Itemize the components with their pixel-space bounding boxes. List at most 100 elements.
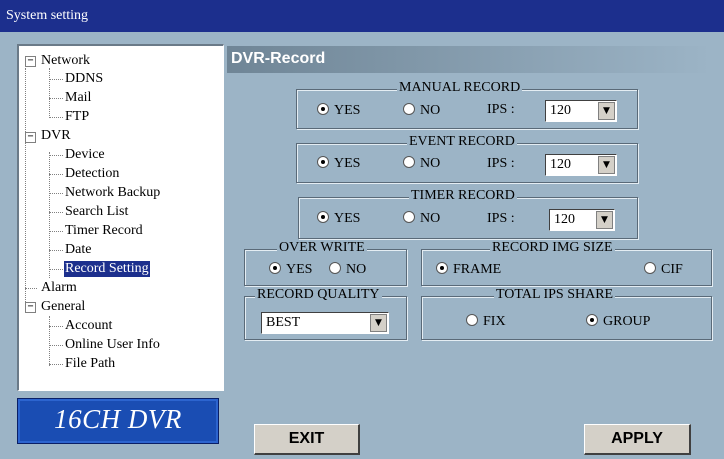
exit-button[interactable]: EXIT [254,424,360,455]
manual-record-ips-select[interactable]: 120 ▼ [545,100,617,122]
tree-item-ddns[interactable]: DDNS [65,71,103,87]
tree-line [49,98,63,99]
event-record-no-radio[interactable]: NO [403,156,440,172]
tree-item-device[interactable]: Device [65,147,105,163]
radio-label: CIF [661,262,683,277]
logo-text: 16CH DVR [54,404,182,434]
record-img-size-group: RECORD IMG SIZE FRAME CIF [421,240,712,286]
ips-value: 120 [554,212,575,227]
dropdown-arrow-icon[interactable]: ▼ [596,211,613,229]
radio-label: YES [334,211,361,226]
record-quality-select[interactable]: BEST ▼ [261,312,389,334]
panel-header: DVR-Record [227,46,712,73]
timer-record-yes-radio[interactable]: YES [317,211,360,227]
over-write-legend: OVER WRITE [277,240,367,256]
tree-line [49,174,63,175]
title-bar: System setting [0,0,724,32]
tree-line [49,193,63,194]
tree-line [49,152,50,278]
tree-line [49,68,50,118]
tree-item-dvr[interactable]: DVR [41,128,71,144]
radio-label: FIX [483,314,506,329]
radio-label: YES [334,156,361,171]
minus-icon[interactable]: − [25,302,36,313]
settings-tree[interactable]: − Network DDNS Mail FTP − DVR Device Det… [17,44,224,391]
radio-label: NO [420,156,441,171]
over-write-group: OVER WRITE YES NO [244,240,407,286]
dropdown-arrow-icon[interactable]: ▼ [370,314,387,332]
timer-record-no-radio[interactable]: NO [403,211,440,227]
tree-item-mail[interactable]: Mail [65,90,91,106]
system-setting-window: System setting − Network DDNS Mail FTP −… [0,0,724,459]
tree-item-file-path[interactable]: File Path [65,356,115,372]
radio-selected-icon [317,211,329,223]
apply-button[interactable]: APPLY [584,424,691,455]
minus-icon[interactable]: − [25,56,36,67]
minus-icon[interactable]: − [25,132,36,143]
radio-label: GROUP [603,314,651,329]
tree-item-alarm[interactable]: Alarm [41,280,77,296]
tree-line [25,288,37,289]
radio-unselected-icon [466,314,478,326]
tree-line [49,231,63,232]
manual-record-no-radio[interactable]: NO [403,103,440,119]
manual-record-legend: MANUAL RECORD [397,80,523,96]
record-quality-value: BEST [266,315,301,330]
tree-item-ftp[interactable]: FTP [65,109,89,125]
device-logo: 16CH DVR [17,398,219,444]
tree-item-detection[interactable]: Detection [65,166,119,182]
radio-label: YES [334,103,361,118]
tree-item-account[interactable]: Account [65,318,112,334]
event-record-ips-select[interactable]: 120 ▼ [545,154,617,176]
ips-value: 120 [550,157,571,172]
timer-record-ips-label: IPS : [487,211,515,226]
record-img-size-cif-radio[interactable]: CIF [644,262,683,278]
tree-line [49,269,63,270]
tree-item-date[interactable]: Date [65,242,91,258]
tree-line [49,326,63,327]
radio-unselected-icon [403,211,415,223]
manual-record-ips-label: IPS : [487,102,515,117]
panel-title: DVR-Record [231,50,326,67]
tree-item-network[interactable]: Network [41,53,90,69]
tree-line [49,364,63,365]
event-record-yes-radio[interactable]: YES [317,156,360,172]
ips-value: 120 [550,103,571,118]
radio-label: NO [420,103,441,118]
record-quality-group: RECORD QUALITY BEST ▼ [244,287,407,340]
total-ips-share-group-radio[interactable]: GROUP [586,314,650,330]
tree-item-timer-record[interactable]: Timer Record [65,223,143,239]
event-record-ips-label: IPS : [487,156,515,171]
record-img-size-frame-radio[interactable]: FRAME [436,262,501,278]
radio-label: NO [346,262,367,277]
tree-line [49,250,63,251]
over-write-yes-radio[interactable]: YES [269,262,312,278]
radio-selected-icon [317,103,329,115]
tree-line [49,79,63,80]
dropdown-arrow-icon[interactable]: ▼ [598,102,615,120]
tree-item-online-user-info[interactable]: Online User Info [65,337,160,353]
over-write-no-radio[interactable]: NO [329,262,366,278]
tree-item-general[interactable]: General [41,299,85,315]
radio-selected-icon [436,262,448,274]
manual-record-yes-radio[interactable]: YES [317,103,360,119]
radio-label: NO [420,211,441,226]
tree-item-search-list[interactable]: Search List [65,204,128,220]
radio-unselected-icon [644,262,656,274]
total-ips-share-fix-radio[interactable]: FIX [466,314,506,330]
tree-line [49,316,50,366]
radio-unselected-icon [329,262,341,274]
radio-unselected-icon [403,103,415,115]
tree-item-network-backup[interactable]: Network Backup [65,185,160,201]
tree-line [49,155,63,156]
event-record-group: EVENT RECORD YES NO IPS : 120 ▼ [296,134,638,183]
timer-record-ips-select[interactable]: 120 ▼ [549,209,615,231]
radio-label: FRAME [453,262,502,277]
radio-selected-icon [317,156,329,168]
dropdown-arrow-icon[interactable]: ▼ [598,156,615,174]
radio-selected-icon [269,262,281,274]
timer-record-group: TIMER RECORD YES NO IPS : 120 ▼ [298,188,638,239]
radio-selected-icon [586,314,598,326]
radio-label: YES [286,262,313,277]
tree-item-record-setting[interactable]: Record Setting [64,261,150,277]
